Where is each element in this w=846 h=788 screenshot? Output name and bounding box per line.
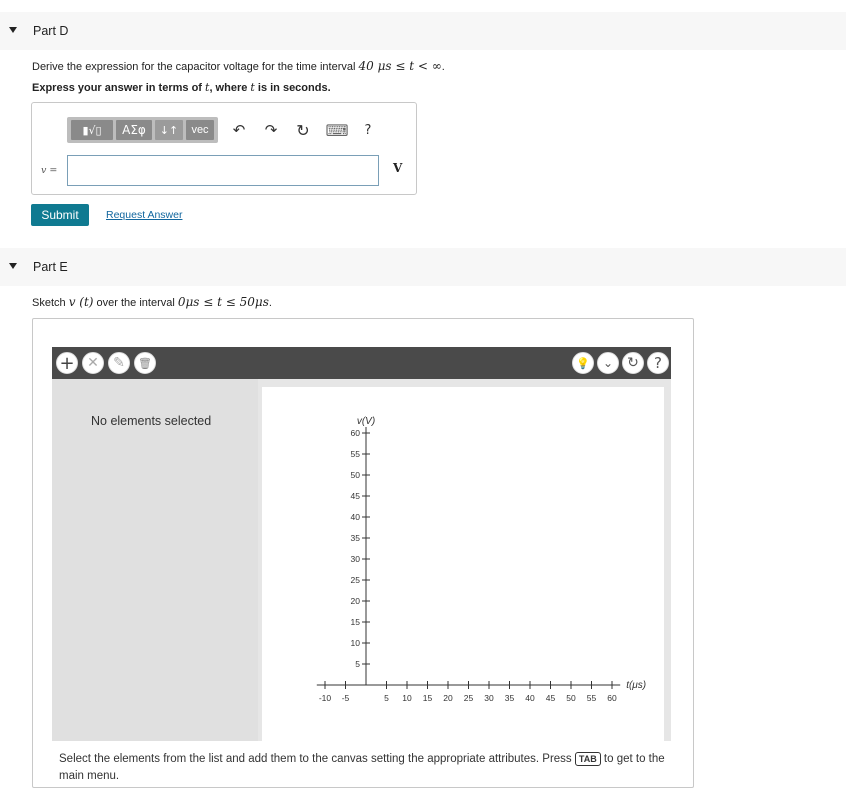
y-tick-label: 10	[351, 638, 361, 648]
keyboard-icon[interactable]: ⌨	[325, 120, 348, 140]
x-tick-label: 15	[423, 693, 433, 703]
x-tick-label: 35	[505, 693, 515, 703]
toolbar-group-templates: ▮√▯ ΑΣφ ↓↑ vec	[67, 117, 218, 143]
part-d-question: Derive the expression for the capacitor …	[32, 59, 445, 73]
y-tick-label: 40	[351, 512, 361, 522]
x-tick-label: 20	[443, 693, 453, 703]
no-elements-message: No elements selected	[91, 414, 212, 428]
x-tick-label: 50	[566, 693, 576, 703]
y-tick-label: 50	[351, 470, 361, 480]
vector-button[interactable]: vec	[186, 120, 214, 140]
submit-button[interactable]: Submit	[31, 204, 89, 226]
y-tick-label: 55	[351, 449, 361, 459]
x-tick-label: 30	[484, 693, 494, 703]
y-tick-label: 20	[351, 596, 361, 606]
drawing-body: No elements selected 60 55 50 45 40 35 30 25 20 1…	[52, 379, 671, 741]
x-tick-label: 55	[587, 693, 597, 703]
part-d-title: Part D	[33, 24, 69, 38]
edit-element-icon[interactable]: ✎	[108, 352, 130, 374]
x-tick-label: 60	[607, 693, 617, 703]
undo-icon[interactable]: ↶	[230, 120, 248, 140]
help-icon[interactable]: ?	[359, 120, 377, 140]
x-axis-label: t(μs)	[626, 680, 646, 691]
reset-icon[interactable]: ↻	[294, 120, 312, 140]
x-tick-label: 45	[546, 693, 556, 703]
hint-bulb-icon[interactable]: 💡	[572, 352, 594, 374]
answer-box: ▮√▯ ΑΣφ ↓↑ vec ↶ ↷ ↻ ⌨ ? v = V	[31, 102, 417, 195]
greek-symbols-button[interactable]: ΑΣφ	[116, 120, 152, 140]
subscript-superscript-button[interactable]: ↓↑	[155, 120, 183, 140]
part-d-header[interactable]: Part D	[0, 12, 846, 50]
element-properties-panel: No elements selected	[52, 379, 258, 741]
x-tick-label: -5	[342, 693, 350, 703]
drawing-tool: + ✕ ✎ 🗑 💡 ⌄ ↻ ? No elements selected 60 5…	[32, 318, 694, 788]
collapse-caret-icon[interactable]	[9, 27, 17, 33]
templates-button[interactable]: ▮√▯	[71, 120, 113, 140]
x-tick-label: 10	[402, 693, 412, 703]
collapse-caret-icon[interactable]	[9, 263, 17, 269]
y-tick-label: 45	[351, 491, 361, 501]
help-icon[interactable]: ?	[647, 352, 669, 374]
part-e-header[interactable]: Part E	[0, 248, 846, 286]
graph-svg[interactable]: 60 55 50 45 40 35 30 25 20 15 10 5 -10 -5 5 10 15 20 25 30 3…	[262, 387, 664, 741]
answer-variable-label: v =	[41, 165, 58, 176]
delete-element-icon[interactable]: ✕	[82, 352, 104, 374]
graph-axes: 60 55 50 45 40 35 30 25 20 15 10 5 -10 -5 5 10 15 20 25 30 3…	[316, 416, 646, 703]
graph-canvas[interactable]: 60 55 50 45 40 35 30 25 20 15 10 5 -10 -5 5 10 15 20 25 30 3…	[262, 387, 664, 741]
y-tick-label: 25	[351, 575, 361, 585]
y-tick-label: 30	[351, 554, 361, 564]
y-axis-label: v(V)	[357, 416, 375, 427]
y-tick-label: 5	[355, 659, 360, 669]
part-e-question: Sketch v (t) over the interval 0μs ≤ t ≤…	[32, 295, 272, 309]
request-answer-link[interactable]: Request Answer	[106, 209, 182, 221]
dropdown-chevron-icon[interactable]: ⌄	[597, 352, 619, 374]
answer-input[interactable]	[67, 155, 379, 186]
y-tick-label: 15	[351, 617, 361, 627]
x-tick-label: 40	[525, 693, 535, 703]
y-tick-label: 35	[351, 533, 361, 543]
add-element-icon[interactable]: +	[56, 352, 78, 374]
redo-icon[interactable]: ↷	[262, 120, 280, 140]
y-tick-label: 60	[351, 428, 361, 438]
x-tick-label: 5	[384, 693, 389, 703]
x-tick-label: -10	[319, 693, 332, 703]
part-d-hint: Express your answer in terms of t, where…	[32, 81, 331, 94]
part-e-title: Part E	[33, 260, 68, 274]
drawing-toolbar: + ✕ ✎ 🗑 💡 ⌄ ↻ ?	[52, 347, 671, 379]
trash-icon[interactable]: 🗑	[134, 352, 156, 374]
reset-icon[interactable]: ↻	[622, 352, 644, 374]
x-tick-label: 25	[464, 693, 474, 703]
tab-key-badge: TAB	[574, 752, 601, 766]
unit-label: V	[393, 161, 403, 175]
